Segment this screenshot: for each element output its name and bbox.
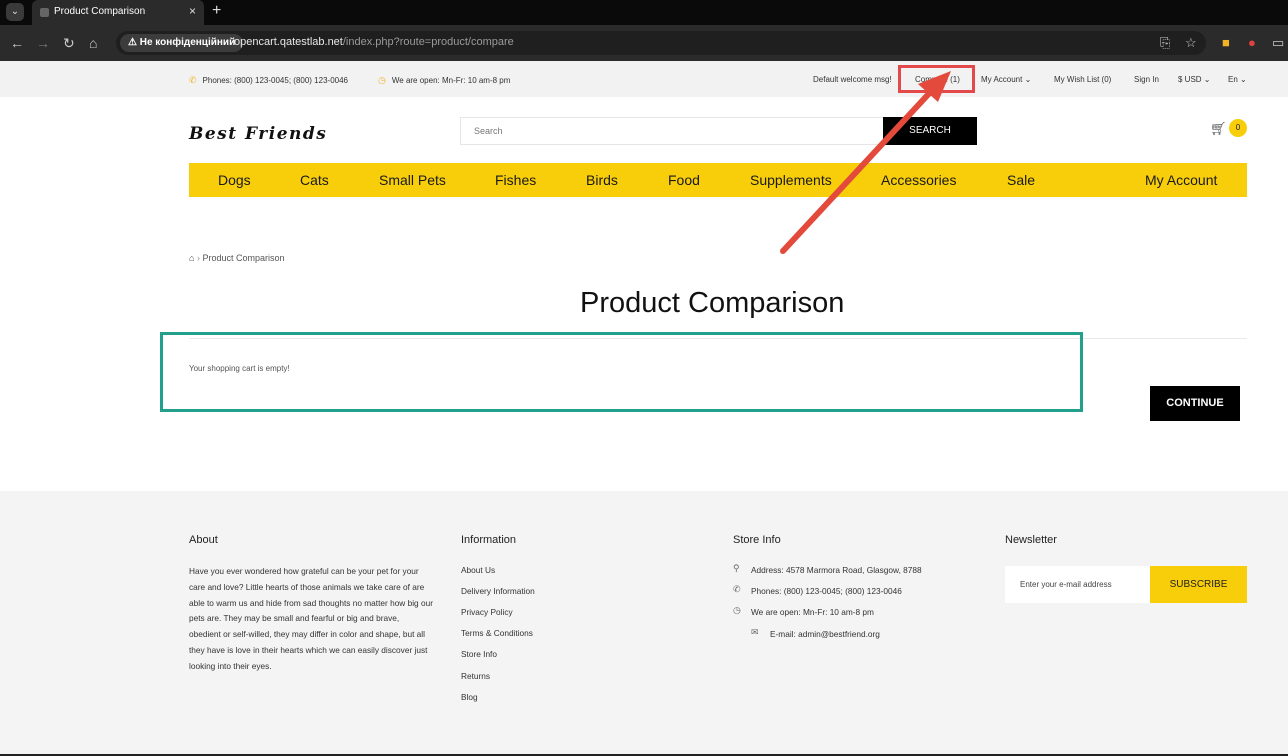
home-icon[interactable]: ⌂ [189, 253, 194, 263]
site-footer: About Have you ever wondered how gratefu… [0, 491, 1288, 756]
nav-item-my-account[interactable]: My Account [1145, 172, 1217, 188]
compare-highlight-annotation [898, 65, 975, 93]
site-logo[interactable]: Best Friends [189, 124, 327, 144]
tab-search-icon[interactable]: ⌄ [6, 3, 24, 21]
nav-item-small-pets[interactable]: Small Pets [379, 172, 446, 188]
back-icon[interactable]: ← [10, 34, 24, 52]
browser-tab-bar: ⌄ Product Comparison × + [0, 0, 1288, 25]
footer-link-store-info[interactable]: Store Info [461, 649, 497, 659]
profile-icon[interactable]: ▭ [1272, 34, 1284, 52]
footer-newsletter-title: Newsletter [1005, 534, 1057, 546]
home-icon[interactable]: ⌂ [89, 34, 97, 52]
breadcrumb: ⌂ › Product Comparison [189, 253, 285, 263]
breadcrumb-current[interactable]: Product Comparison [202, 253, 284, 263]
sign-in-link[interactable]: Sign In [1134, 75, 1159, 84]
address-bar[interactable]: ⚠ Не конфіденційний opencart.qatestlab.n… [116, 31, 1206, 55]
footer-address: Address: 4578 Marmora Road, Glasgow, 878… [751, 565, 922, 575]
wish-list-link[interactable]: My Wish List (0) [1054, 75, 1111, 84]
nav-item-sale[interactable]: Sale [1007, 172, 1035, 188]
nav-item-accessories[interactable]: Accessories [881, 172, 956, 188]
footer-link-returns[interactable]: Returns [461, 671, 490, 681]
forward-icon[interactable]: → [36, 34, 50, 52]
search-button[interactable]: SEARCH [883, 117, 977, 145]
footer-link-terms[interactable]: Terms & Conditions [461, 628, 533, 638]
reload-icon[interactable]: ↻ [63, 34, 75, 52]
footer-link-blog[interactable]: Blog [461, 692, 478, 702]
favicon-icon [40, 8, 49, 17]
extensions-icon[interactable]: ■ [1222, 34, 1230, 52]
my-account-dropdown[interactable]: My Account ⌄ [981, 75, 1031, 84]
extension-badge-icon[interactable]: ● [1248, 34, 1256, 52]
location-pin-icon: ⚲ [733, 563, 740, 573]
url-text[interactable]: opencart.qatestlab.net/index.php?route=p… [234, 36, 514, 48]
currency-dropdown[interactable]: $ USD ⌄ [1178, 75, 1211, 84]
footer-about-text: Have you ever wondered how grateful can … [189, 566, 433, 671]
footer-hours: We are open: Mn-Fr: 10 am-8 pm [751, 607, 874, 617]
footer-link-about-us[interactable]: About Us [461, 565, 495, 575]
top-phones: ✆ Phones: (800) 123-0045; (800) 123-0046 [189, 75, 348, 85]
top-hours: ◷ We are open: Mn-Fr: 10 am-8 pm [378, 75, 511, 85]
main-navigation: Dogs Cats Small Pets Fishes Birds Food S… [189, 163, 1247, 197]
footer-link-delivery[interactable]: Delivery Information [461, 586, 535, 596]
continue-button[interactable]: CONTINUE [1150, 386, 1240, 421]
nav-item-birds[interactable]: Birds [586, 172, 618, 188]
nav-item-food[interactable]: Food [668, 172, 700, 188]
language-dropdown[interactable]: En ⌄ [1228, 75, 1247, 84]
cart-icon[interactable]: 🛒︎ [1210, 121, 1227, 137]
footer-phones: Phones: (800) 123-0045; (800) 123-0046 [751, 586, 902, 596]
nav-item-cats[interactable]: Cats [300, 172, 329, 188]
security-indicator[interactable]: ⚠ Не конфіденційний [120, 34, 244, 52]
nav-item-dogs[interactable]: Dogs [218, 172, 251, 188]
footer-store-title: Store Info [733, 534, 781, 546]
footer-about-title: About [189, 534, 218, 546]
footer-link-privacy[interactable]: Privacy Policy [461, 607, 513, 617]
top-info-bar: ✆ Phones: (800) 123-0045; (800) 123-0046 … [0, 61, 1288, 97]
mail-icon: ✉ [751, 627, 759, 637]
subscribe-button[interactable]: SUBSCRIBE [1150, 566, 1247, 603]
clock-icon: ◷ [733, 605, 741, 615]
bookmark-star-icon[interactable]: ☆ [1185, 34, 1197, 52]
tab-title: Product Comparison [54, 6, 146, 17]
nav-item-fishes[interactable]: Fishes [495, 172, 536, 188]
new-tab-icon[interactable]: + [212, 2, 221, 20]
phone-icon: ✆ [733, 584, 741, 594]
welcome-message: Default welcome msg! [813, 75, 892, 84]
message-highlight-annotation [160, 332, 1083, 412]
footer-email[interactable]: E-mail: admin@bestfriend.org [770, 629, 880, 639]
browser-toolbar: ← → ↻ ⌂ ⚠ Не конфіденційний opencart.qat… [0, 25, 1288, 61]
page-title: Product Comparison [580, 287, 845, 319]
newsletter-email-input[interactable]: Enter your e-mail address [1005, 566, 1151, 603]
footer-information-title: Information [461, 534, 517, 546]
tab-close-icon[interactable]: × [189, 4, 196, 18]
nav-item-supplements[interactable]: Supplements [750, 172, 832, 188]
browser-tab[interactable]: Product Comparison × [32, 0, 204, 25]
translate-icon[interactable]: ⎘ [1160, 34, 1170, 52]
clock-icon: ◷ [378, 75, 386, 85]
phone-icon: ✆ [189, 75, 197, 85]
cart-count-badge[interactable]: 0 [1229, 119, 1247, 137]
search-input[interactable]: Search [460, 117, 884, 145]
